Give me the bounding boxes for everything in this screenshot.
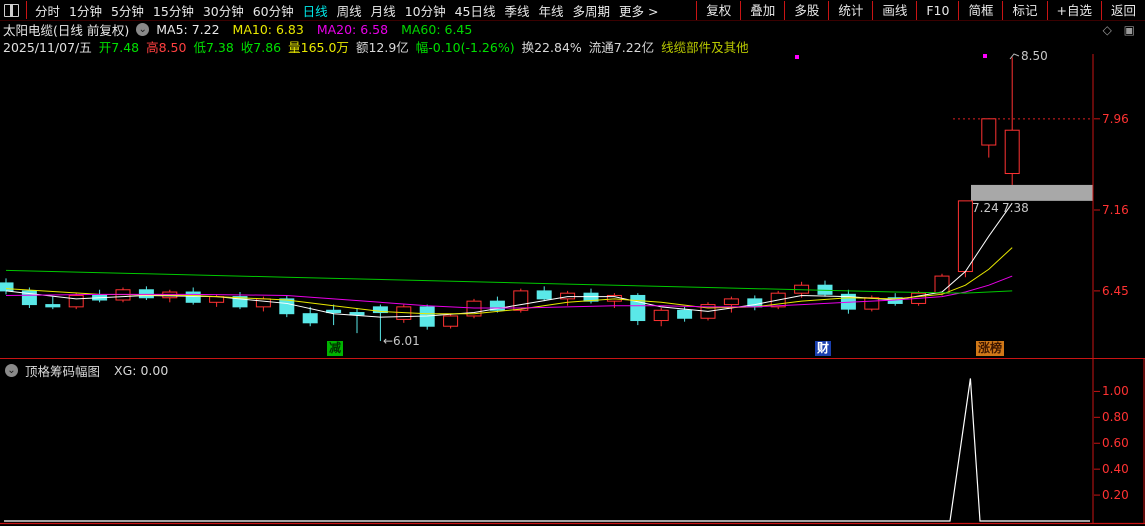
marker-dot <box>983 54 987 58</box>
high-price-annotation: 8.50 <box>1021 50 1048 62</box>
indicator-value: XG: 0.00 <box>114 363 168 378</box>
ma5-line <box>6 203 1012 317</box>
indicator-axis-label: 1.00 <box>1102 385 1129 397</box>
gap-zone-bar <box>971 185 1093 201</box>
high-arrow <box>1010 54 1019 59</box>
subchart-header: ⌄ 顶格筹码幅图 XG: 0.00 <box>0 361 1145 380</box>
event-badge-涨榜[interactable]: 涨榜 <box>976 341 1004 356</box>
indicator-axis-label: 0.20 <box>1102 489 1129 501</box>
app-window: 分时1分钟5分钟15分钟30分钟60分钟日线周线月线10分钟45日线季线年线多周… <box>0 0 1145 526</box>
ma20-line <box>6 276 1012 308</box>
price-axis-label: 6.45 <box>1102 285 1129 297</box>
indicator-name: 顶格筹码幅图 <box>25 361 100 380</box>
ma60-line <box>6 270 1012 293</box>
event-badge-减[interactable]: 减 <box>327 341 343 356</box>
zone-price-right: 7.38 <box>1002 202 1029 214</box>
low-price-annotation: ←6.01 <box>383 335 420 347</box>
event-badge-财[interactable]: 财 <box>815 341 831 356</box>
candlestick-chart[interactable] <box>0 0 1145 526</box>
indicator-axis-label: 0.40 <box>1102 463 1129 475</box>
chart-layer: ⌄ 顶格筹码幅图 XG: 0.00 7.96 7.16 6.45 1.00 0.80 0.… <box>0 0 1145 526</box>
indicator-axis-label: 0.80 <box>1102 411 1129 423</box>
xg-signal-line <box>4 378 1090 521</box>
price-axis-label: 7.16 <box>1102 204 1129 216</box>
indicator-axis-label: 0.60 <box>1102 437 1129 449</box>
zone-price-left: 7.24 <box>972 202 999 214</box>
price-axis-label: 7.96 <box>1102 113 1129 125</box>
ma10-line <box>6 248 1012 314</box>
chevron-down-icon[interactable]: ⌄ <box>5 364 18 377</box>
marker-dot <box>795 55 799 59</box>
